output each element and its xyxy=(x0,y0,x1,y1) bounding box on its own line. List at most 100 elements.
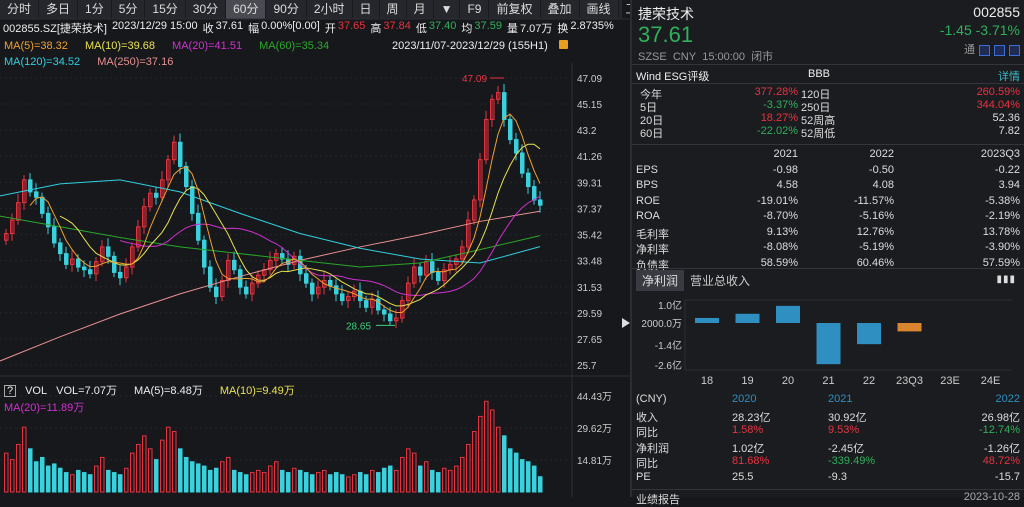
turnover-label: 换 xyxy=(557,23,569,35)
fin-row-cell: 4.08 xyxy=(872,179,894,191)
summary-value: 48.72% xyxy=(982,455,1020,467)
fin-row: BPS 4.58 4.08 3.94 xyxy=(632,179,1024,195)
returns-row: 5日 -3.37% 250日 344.04% xyxy=(632,99,1024,114)
open-label: 开 xyxy=(324,23,336,35)
profit-category-label: 24E xyxy=(981,375,1001,387)
profit-axis-label: 1.0亿 xyxy=(658,299,682,312)
price-axis-label: 47.09 xyxy=(577,74,602,85)
candle-down xyxy=(208,266,213,288)
summary-value: 81.68% xyxy=(732,455,770,467)
return-value: -3.37% xyxy=(763,99,798,111)
volume-bar xyxy=(328,474,333,493)
help-icon[interactable]: ? xyxy=(4,385,16,397)
candle-down xyxy=(538,199,543,206)
volume-bar xyxy=(436,472,441,493)
profit-category-label: 23E xyxy=(940,375,960,387)
candle-down xyxy=(532,186,537,201)
volume-bar xyxy=(94,465,99,493)
volume-bar xyxy=(184,456,189,493)
candle-down xyxy=(436,271,441,281)
high-value: 37.84 xyxy=(383,20,411,32)
candle-down xyxy=(364,300,369,308)
price-axis-label: 35.42 xyxy=(577,231,602,242)
return-value: 18.27% xyxy=(760,112,798,124)
fin-row-cell: ROA xyxy=(636,210,660,222)
volume-bar xyxy=(388,465,393,493)
alert-bell-icon[interactable] xyxy=(994,44,1005,56)
volume-bar xyxy=(160,439,165,493)
volume-bar xyxy=(58,467,63,493)
edit-icon[interactable] xyxy=(979,44,990,56)
volume-bar xyxy=(112,472,117,493)
candle-down xyxy=(118,271,123,279)
candle-down xyxy=(58,242,63,255)
exchange: SZSE xyxy=(638,51,667,63)
fin-row: 净利率 -8.08% -5.19% -3.90% xyxy=(632,241,1024,257)
more-icon[interactable]: ▮▮▮ xyxy=(996,274,1016,285)
kline-chart[interactable]: 47.09 45.15 43.2 41.26 39.31 37.37 35.42 33.48 3… xyxy=(0,0,630,497)
volume-bar xyxy=(262,472,267,493)
volume-bar xyxy=(220,461,225,493)
candle-down xyxy=(334,285,339,295)
low-value: 37.40 xyxy=(428,20,457,32)
return-value: 377.28% xyxy=(754,86,798,98)
summary-row: 同比 1.58% 9.53% -12.74% xyxy=(632,424,1024,440)
summary-row: PE 25.5 -9.3 -15.7 xyxy=(632,471,1024,487)
esg-detail-link[interactable]: 详情 xyxy=(998,68,1020,84)
volume-bar xyxy=(382,467,387,493)
summary-label: PE xyxy=(636,470,651,483)
candle-down xyxy=(184,165,189,188)
volume-bar xyxy=(70,474,75,493)
price-axis-label: 27.65 xyxy=(577,335,602,346)
fin-row: EPS -0.98 -0.50 -0.22 xyxy=(632,164,1024,180)
summary-value: 28.23亿 xyxy=(732,411,771,424)
fin-row-cell: -8.08% xyxy=(763,241,798,253)
volume-bar xyxy=(526,461,531,493)
volume-bar xyxy=(238,472,243,493)
candle-down xyxy=(40,196,45,214)
volume-bar xyxy=(466,443,471,493)
volume-bar xyxy=(514,452,519,493)
volume-bar xyxy=(106,469,111,493)
vol-ma10: MA(10)=9.49万 xyxy=(219,385,295,397)
vol-indicator-name: VOL xyxy=(25,385,48,397)
volume-bar xyxy=(454,465,459,493)
profit-axis-label: -2.6亿 xyxy=(655,359,682,372)
summary-value: 1.02亿 xyxy=(732,442,765,455)
price-axis-label: 45.15 xyxy=(577,100,602,111)
volume-bar xyxy=(34,461,39,493)
returns-row: 20日 18.27% 52周高 52.36 xyxy=(632,112,1024,127)
volume-bar xyxy=(226,456,231,493)
volume-bar xyxy=(274,461,279,493)
profit-bar xyxy=(857,323,881,345)
volume-bar xyxy=(4,452,9,493)
summary-value: 25.5 xyxy=(732,470,754,483)
max-price-label: 47.09 xyxy=(462,74,487,85)
add-icon[interactable] xyxy=(1009,44,1020,56)
tab-net-profit[interactable]: 净利润 xyxy=(636,270,685,291)
fin-row-cell: 4.58 xyxy=(776,179,798,191)
volume-bar xyxy=(154,459,159,493)
returns-row: 60日 -22.02% 52周低 7.82 xyxy=(632,125,1024,140)
fin-row-cell: 57.59% xyxy=(982,256,1020,269)
tab-revenue[interactable]: 营业总收入 xyxy=(684,270,756,291)
profit-category-label: 20 xyxy=(782,375,794,387)
esg-rating: BBB xyxy=(808,68,831,80)
price-axis-label: 29.59 xyxy=(577,309,602,320)
summary-value: 9.53% xyxy=(828,424,860,436)
ma120-line xyxy=(0,179,541,264)
candle-down xyxy=(154,192,159,198)
volume-bar xyxy=(310,474,315,493)
profit-category-label: 21 xyxy=(822,375,834,387)
vol-axis-label: 29.62万 xyxy=(577,424,612,435)
candle-down xyxy=(244,286,249,295)
candle-down xyxy=(520,152,525,174)
tong-label: 通 xyxy=(964,44,975,56)
high-label: 高 xyxy=(370,23,382,35)
change-pct: -3.71% xyxy=(975,22,1020,38)
candle-down xyxy=(310,282,315,295)
esg-label: Wind ESG评级 xyxy=(636,71,710,83)
fin-row-cell: -8.70% xyxy=(763,210,798,222)
fin-row-cell: 60.46% xyxy=(856,256,894,269)
volume-bar xyxy=(538,476,543,493)
